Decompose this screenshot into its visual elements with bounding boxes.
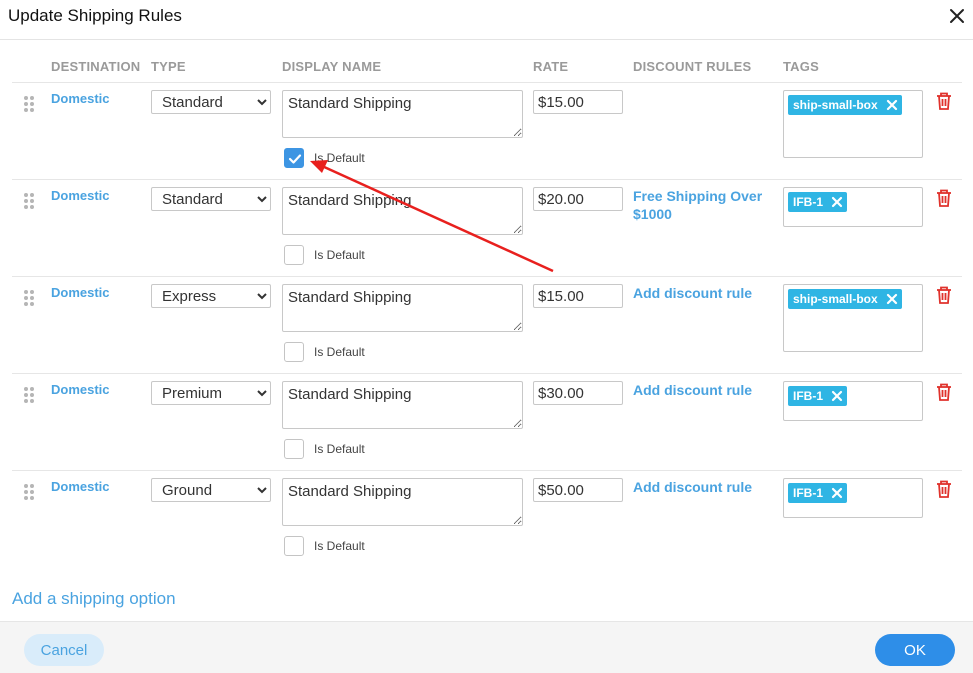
tag-label: IFB-1 — [793, 389, 823, 403]
drag-handle-icon[interactable] — [23, 386, 35, 404]
close-icon[interactable] — [947, 6, 967, 26]
column-header-rate: RATE — [533, 59, 569, 74]
delete-icon[interactable] — [935, 382, 953, 402]
drag-handle-icon[interactable] — [23, 289, 35, 307]
remove-tag-icon[interactable] — [886, 99, 898, 111]
delete-icon[interactable] — [935, 188, 953, 208]
is-default-checkbox[interactable] — [284, 342, 304, 362]
is-default-checkbox[interactable] — [284, 536, 304, 556]
tag-label: IFB-1 — [793, 486, 823, 500]
cancel-button[interactable]: Cancel — [24, 634, 104, 666]
column-header-discount-rules: DISCOUNT RULES — [633, 59, 752, 74]
dialog-footer — [0, 621, 973, 673]
add-shipping-option-link[interactable]: Add a shipping option — [12, 589, 176, 609]
is-default-label: Is Default — [314, 151, 365, 165]
discount-rule-link[interactable]: Free Shipping Over $1000 — [633, 187, 763, 223]
destination-link[interactable]: Domestic — [51, 91, 110, 106]
delete-icon[interactable] — [935, 285, 953, 305]
drag-handle-icon[interactable] — [23, 192, 35, 210]
add-discount-rule-link[interactable]: Add discount rule — [633, 478, 763, 496]
type-select[interactable]: Ground — [151, 478, 271, 502]
tag-chip: IFB-1 — [788, 192, 847, 212]
shipping-rule-row: Domestic Premium Standard Shipping Is De… — [12, 374, 962, 471]
destination-link[interactable]: Domestic — [51, 285, 110, 300]
rate-input[interactable] — [533, 381, 623, 405]
is-default-label: Is Default — [314, 539, 365, 553]
column-header-display-name: DISPLAY NAME — [282, 59, 382, 74]
type-select[interactable]: Premium — [151, 381, 271, 405]
shipping-rule-row: Domestic Standard Standard Shipping Is D… — [12, 83, 962, 180]
display-name-field[interactable]: Standard Shipping — [282, 381, 523, 429]
checkmark-icon — [288, 154, 302, 164]
shipping-rule-row: Domestic Ground Standard Shipping Is Def… — [12, 471, 962, 568]
remove-tag-icon[interactable] — [886, 293, 898, 305]
drag-handle-icon[interactable] — [23, 95, 35, 113]
is-default-label: Is Default — [314, 442, 365, 456]
rate-input[interactable] — [533, 90, 623, 114]
is-default-label: Is Default — [314, 248, 365, 262]
remove-tag-icon[interactable] — [831, 196, 843, 208]
tag-label: IFB-1 — [793, 195, 823, 209]
tags-field[interactable]: ship-small-box — [783, 284, 923, 352]
dialog-title: Update Shipping Rules — [8, 6, 182, 25]
add-discount-rule-link[interactable]: Add discount rule — [633, 381, 763, 399]
shipping-rule-row: Domestic Standard Standard Shipping Is D… — [12, 180, 962, 277]
tags-field[interactable]: IFB-1 — [783, 187, 923, 227]
display-name-field[interactable]: Standard Shipping — [282, 478, 523, 526]
display-name-field[interactable]: Standard Shipping — [282, 187, 523, 235]
destination-link[interactable]: Domestic — [51, 188, 110, 203]
tag-label: ship-small-box — [793, 98, 878, 112]
tag-chip: ship-small-box — [788, 289, 902, 309]
is-default-checkbox[interactable] — [284, 148, 304, 168]
delete-icon[interactable] — [935, 479, 953, 499]
add-discount-rule-link[interactable]: Add discount rule — [633, 284, 763, 302]
column-header-tags: TAGS — [783, 59, 819, 74]
tag-chip: ship-small-box — [788, 95, 902, 115]
is-default-checkbox[interactable] — [284, 439, 304, 459]
destination-link[interactable]: Domestic — [51, 382, 110, 397]
shipping-rule-row: Domestic Express Standard Shipping Is De… — [12, 277, 962, 374]
tags-field[interactable]: IFB-1 — [783, 478, 923, 518]
destination-link[interactable]: Domestic — [51, 479, 110, 494]
tags-field[interactable]: IFB-1 — [783, 381, 923, 421]
type-select[interactable]: Standard — [151, 90, 271, 114]
tag-chip: IFB-1 — [788, 386, 847, 406]
remove-tag-icon[interactable] — [831, 487, 843, 499]
type-select[interactable]: Express — [151, 284, 271, 308]
drag-handle-icon[interactable] — [23, 483, 35, 501]
is-default-label: Is Default — [314, 345, 365, 359]
rate-input[interactable] — [533, 284, 623, 308]
rate-input[interactable] — [533, 478, 623, 502]
delete-icon[interactable] — [935, 91, 953, 111]
type-select[interactable]: Standard — [151, 187, 271, 211]
display-name-field[interactable]: Standard Shipping — [282, 90, 523, 138]
tag-label: ship-small-box — [793, 292, 878, 306]
rate-input[interactable] — [533, 187, 623, 211]
ok-button[interactable]: OK — [875, 634, 955, 666]
display-name-field[interactable]: Standard Shipping — [282, 284, 523, 332]
is-default-checkbox[interactable] — [284, 245, 304, 265]
dialog-header: Update Shipping Rules — [0, 0, 973, 40]
tag-chip: IFB-1 — [788, 483, 847, 503]
column-header-destination: DESTINATION — [51, 59, 141, 74]
column-header-type: TYPE — [151, 59, 186, 74]
tags-field[interactable]: ship-small-box — [783, 90, 923, 158]
remove-tag-icon[interactable] — [831, 390, 843, 402]
